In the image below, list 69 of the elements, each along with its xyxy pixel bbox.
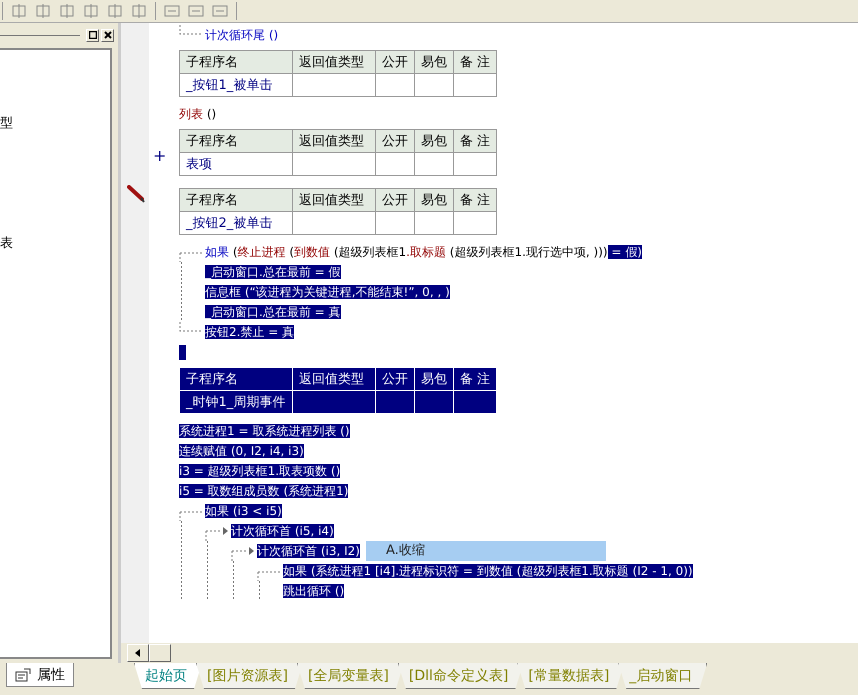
table-header-cell: 子程序名 xyxy=(180,188,292,212)
align-icon[interactable] xyxy=(107,3,123,19)
table-header-cell: 备 注 xyxy=(454,368,497,390)
properties-icon xyxy=(15,668,31,682)
table-header-cell: 备 注 xyxy=(454,50,497,74)
document-tab[interactable]: _启动窗口 xyxy=(618,663,708,689)
table-header-cell: 备 注 xyxy=(454,188,497,212)
code-line[interactable]: 列表 () xyxy=(179,104,216,124)
align-icon[interactable] xyxy=(35,3,51,19)
table-header-cell: 公开 xyxy=(376,130,414,152)
maximize-button[interactable] xyxy=(86,28,99,42)
tooltip: A.收缩 xyxy=(366,541,606,561)
flow-connector xyxy=(257,571,281,581)
table-cell xyxy=(376,152,414,176)
table-cell xyxy=(414,74,454,96)
table-cell xyxy=(454,212,497,234)
table-header-cell: 子程序名 xyxy=(180,130,292,152)
properties-tab[interactable]: 属性 xyxy=(6,663,74,687)
expand-mark[interactable]: + xyxy=(153,146,166,166)
align-icon[interactable] xyxy=(83,3,99,19)
close-button[interactable] xyxy=(101,28,114,42)
flow-connector xyxy=(179,252,203,262)
table-header-cell: 备 注 xyxy=(454,130,497,152)
table-header-cell: 公开 xyxy=(376,50,414,74)
scroll-thumb[interactable] xyxy=(149,644,171,662)
table-header-cell: 子程序名 xyxy=(180,368,292,390)
align-icon[interactable] xyxy=(131,3,147,19)
table-cell[interactable]: 表项 xyxy=(180,152,292,176)
table-cell xyxy=(414,390,454,414)
table-header-cell: 子程序名 xyxy=(180,50,292,74)
table-header-cell: 易包 xyxy=(414,188,454,212)
align-icon[interactable] xyxy=(59,3,75,19)
table-header-cell: 公开 xyxy=(376,368,414,390)
flow-connector xyxy=(179,322,203,332)
flow-connector xyxy=(179,511,203,521)
table-cell xyxy=(376,74,414,96)
maximize-icon xyxy=(88,31,96,39)
table-cell xyxy=(376,390,414,414)
size-icon[interactable] xyxy=(188,3,204,19)
table-cell xyxy=(414,212,454,234)
table-header-cell: 返回值类型 xyxy=(292,130,376,152)
size-icon[interactable] xyxy=(212,3,228,19)
table-cell[interactable]: _按钮1_被单击 xyxy=(180,74,292,96)
table-cell xyxy=(454,74,497,96)
code-line[interactable]: 计次循环尾 () xyxy=(205,25,278,45)
table-header-cell: 易包 xyxy=(414,50,454,74)
table-cell xyxy=(454,390,497,414)
left-arrow-icon xyxy=(135,649,141,657)
table-header-cell: 公开 xyxy=(376,188,414,212)
table-cell[interactable]: _时钟1_周期事件 xyxy=(180,390,292,414)
align-icon[interactable] xyxy=(11,3,27,19)
table-cell xyxy=(376,212,414,234)
code-line[interactable]: 如果 (终止进程 (到数值 (超级列表框1.取标题 (超级列表框1.现行选中项, ))) = 假) xyxy=(205,242,642,262)
flow-connector xyxy=(179,25,203,35)
close-icon xyxy=(104,31,112,39)
table-cell[interactable]: _按钮2_被单击 xyxy=(180,212,292,234)
tree-item[interactable]: 表 xyxy=(0,234,13,252)
flow-arrow xyxy=(205,527,229,541)
scroll-left-button[interactable] xyxy=(127,644,149,662)
table-cell xyxy=(454,152,497,176)
table-cell xyxy=(414,152,454,176)
table-header-cell: 返回值类型 xyxy=(292,188,376,212)
flow-arrow xyxy=(231,547,255,561)
size-icon[interactable] xyxy=(164,3,180,19)
tree-item[interactable]: 型 xyxy=(0,114,13,132)
table-header-cell: 返回值类型 xyxy=(292,50,376,74)
table-header-cell: 返回值类型 xyxy=(292,368,376,390)
table-header-cell: 易包 xyxy=(414,368,454,390)
table-header-cell: 易包 xyxy=(414,130,454,152)
